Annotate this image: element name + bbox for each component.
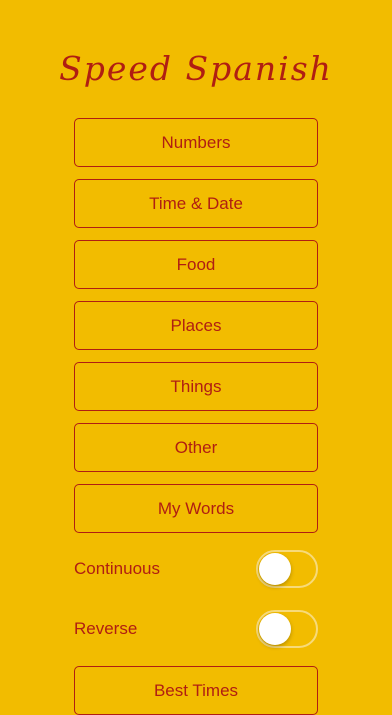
reverse-toggle[interactable] xyxy=(256,610,318,648)
other-button[interactable]: Other xyxy=(74,423,318,472)
app-title: Speed Spanish xyxy=(59,49,333,88)
reverse-label: Reverse xyxy=(74,619,138,638)
continuous-label: Continuous xyxy=(74,559,161,578)
continuous-toggle[interactable] xyxy=(256,550,318,588)
my-words-button[interactable]: My Words xyxy=(74,484,318,533)
reverse-row: Reverse xyxy=(74,610,318,648)
continuous-row: Continuous xyxy=(74,550,318,588)
places-button[interactable]: Places xyxy=(74,301,318,350)
food-button[interactable]: Food xyxy=(74,240,318,289)
continuous-toggle-knob xyxy=(259,553,291,585)
time-date-button[interactable]: Time & Date xyxy=(74,179,318,228)
things-button[interactable]: Things xyxy=(74,362,318,411)
reverse-toggle-knob xyxy=(259,613,291,645)
numbers-button[interactable]: Numbers xyxy=(74,118,318,167)
best-times-button[interactable]: Best Times xyxy=(74,666,318,715)
category-menu: Numbers Time & Date Food Places Things O… xyxy=(74,118,318,545)
